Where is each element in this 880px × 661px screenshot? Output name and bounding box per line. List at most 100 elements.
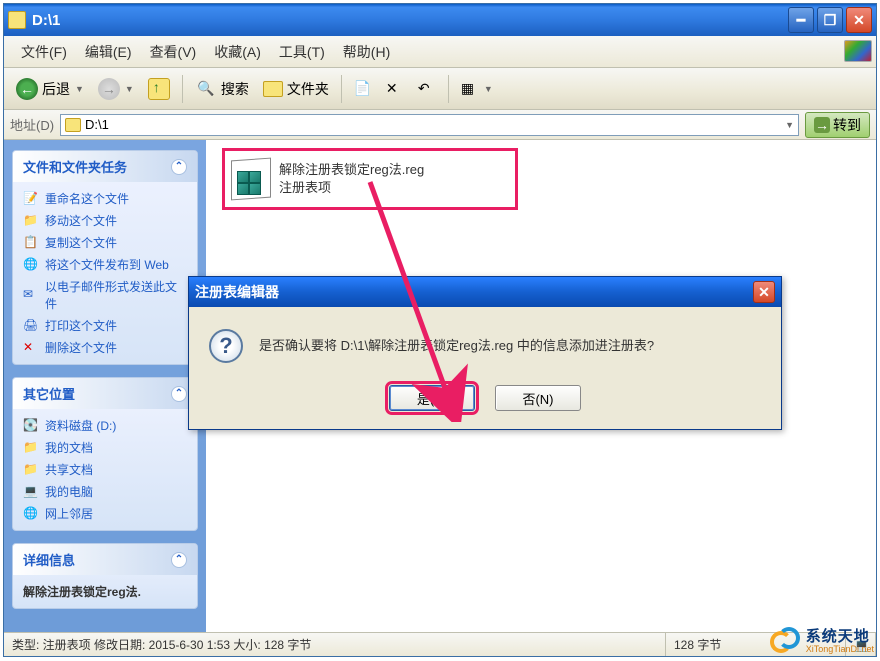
file-item[interactable]: 解除注册表锁定reg法.reg 注册表项 (222, 148, 518, 210)
place-shared[interactable]: 📁共享文档 (23, 461, 187, 478)
delete-icon: ✕ (23, 340, 39, 356)
folders-icon (263, 81, 283, 97)
minimize-button[interactable]: ━ (788, 7, 814, 33)
watermark-en: XiTongTianDi.net (806, 645, 874, 655)
move-icon: 📁 (23, 213, 39, 229)
window-title: D:\1 (32, 12, 788, 29)
places-panel-header[interactable]: 其它位置 ⌃ (13, 378, 197, 409)
dialog-titlebar[interactable]: 注册表编辑器 ✕ (189, 277, 781, 307)
folder-icon (8, 11, 26, 29)
collapse-icon[interactable]: ⌃ (171, 386, 187, 402)
sidebar: 文件和文件夹任务 ⌃ 📝重命名这个文件 📁 移动这个文件 📋 复制这个文件 🌐将这个… (4, 140, 206, 632)
details-panel-header[interactable]: 详细信息 ⌃ (13, 544, 197, 575)
folders-button[interactable]: 文件夹 (257, 76, 335, 102)
maximize-button[interactable]: ❐ (817, 7, 843, 33)
address-dropdown-icon[interactable]: ▼ (785, 120, 794, 130)
publish-icon: 🌐 (23, 257, 39, 273)
search-label: 搜索 (221, 79, 249, 99)
no-label: 否(N) (522, 389, 553, 408)
menu-help[interactable]: 帮助(H) (334, 38, 399, 66)
file-text: 解除注册表锁定reg法.reg 注册表项 (279, 161, 424, 196)
mydocs-icon: 📁 (23, 440, 39, 456)
place-drive[interactable]: 💽资料磁盘 (D:) (23, 417, 187, 434)
menu-favorites[interactable]: 收藏(A) (205, 38, 270, 66)
menu-view[interactable]: 查看(V) (141, 38, 206, 66)
toolbar: ← 后退 ▼ → ▼ 🔍 搜索 文件夹 📄 ✕ ↶ ▦▼ (4, 68, 876, 110)
back-button[interactable]: ← 后退 ▼ (10, 75, 90, 103)
drive-icon: 💽 (23, 418, 39, 434)
task-delete[interactable]: ✕删除这个文件 (23, 339, 187, 356)
go-button[interactable]: → 转到 (805, 112, 870, 138)
tasks-panel-body: 📝重命名这个文件 📁 移动这个文件 📋 复制这个文件 🌐将这个文件发布到 Web ✉… (13, 182, 197, 364)
views-dropdown-icon[interactable]: ▼ (484, 84, 493, 94)
status-left: 类型: 注册表项 修改日期: 2015-6-30 1:53 大小: 128 字节 (4, 633, 666, 656)
tasks-panel: 文件和文件夹任务 ⌃ 📝重命名这个文件 📁 移动这个文件 📋 复制这个文件 🌐将这个… (12, 150, 198, 365)
watermark: 系统天地 XiTongTianDi.net (770, 627, 874, 657)
network-icon: 🌐 (23, 506, 39, 522)
folder-icon (65, 118, 81, 132)
views-icon: ▦ (461, 80, 479, 98)
task-copy[interactable]: 📋 复制这个文件 (23, 234, 187, 251)
titlebar[interactable]: D:\1 ━ ❐ ✕ (4, 4, 876, 36)
yes-button[interactable]: 是(Y) (389, 385, 475, 411)
task-label: 复制这个文件 (45, 234, 117, 251)
tasks-panel-header[interactable]: 文件和文件夹任务 ⌃ (13, 151, 197, 182)
task-publish[interactable]: 🌐将这个文件发布到 Web (23, 256, 187, 273)
back-icon: ← (16, 78, 38, 100)
dialog-body: ? 是否确认要将 D:\1\解除注册表锁定reg法.reg 中的信息添加进注册表… (189, 307, 781, 379)
dialog-buttons: 是(Y) 否(N) (189, 379, 781, 429)
separator (448, 75, 449, 103)
shared-icon: 📁 (23, 462, 39, 478)
tasks-panel-title: 文件和文件夹任务 (23, 157, 127, 176)
search-button[interactable]: 🔍 搜索 (189, 75, 255, 103)
file-type: 注册表项 (279, 179, 424, 197)
task-print[interactable]: 🖨打印这个文件 (23, 317, 187, 334)
forward-dropdown-icon[interactable]: ▼ (125, 84, 134, 94)
up-icon (148, 78, 170, 100)
details-filename: 解除注册表锁定reg法. (23, 583, 187, 600)
close-button[interactable]: ✕ (846, 7, 872, 33)
yes-label: 是(Y) (417, 389, 447, 408)
collapse-icon[interactable]: ⌃ (171, 552, 187, 568)
no-button[interactable]: 否(N) (495, 385, 581, 411)
move-to-button[interactable]: 📄 (348, 77, 378, 101)
back-label: 后退 (42, 79, 70, 99)
window-controls: ━ ❐ ✕ (788, 7, 872, 33)
print-icon: 🖨 (23, 318, 39, 334)
place-label: 我的电脑 (45, 483, 93, 500)
file-name: 解除注册表锁定reg法.reg (279, 161, 424, 179)
place-mydocs[interactable]: 📁我的文档 (23, 439, 187, 456)
task-label: 移动这个文件 (45, 212, 117, 229)
copy-icon: 📋 (23, 235, 39, 251)
views-button[interactable]: ▦▼ (455, 77, 499, 101)
folders-label: 文件夹 (287, 79, 329, 99)
task-rename[interactable]: 📝重命名这个文件 (23, 190, 187, 207)
menu-edit[interactable]: 编辑(E) (76, 38, 141, 66)
places-panel-body: 💽资料磁盘 (D:) 📁我的文档 📁共享文档 💻 我的电脑 🌐 网上邻居 (13, 409, 197, 530)
address-input[interactable]: D:\1 ▼ (60, 114, 799, 136)
dialog-close-button[interactable]: ✕ (753, 281, 775, 303)
place-network[interactable]: 🌐 网上邻居 (23, 505, 187, 522)
forward-icon: → (98, 78, 120, 100)
forward-button[interactable]: → ▼ (92, 75, 140, 103)
copy-to-button[interactable]: ✕ (380, 77, 410, 101)
delete-button[interactable]: ↶ (412, 77, 442, 101)
email-icon: ✉ (23, 287, 39, 303)
task-email[interactable]: ✉以电子邮件形式发送此文件 (23, 278, 187, 312)
place-label: 网上邻居 (45, 505, 93, 522)
task-move[interactable]: 📁 移动这个文件 (23, 212, 187, 229)
details-panel-body: 解除注册表锁定reg法. (13, 575, 197, 608)
computer-icon: 💻 (23, 484, 39, 500)
dialog-title: 注册表编辑器 (195, 282, 753, 302)
menu-file[interactable]: 文件(F) (12, 38, 76, 66)
places-panel: 其它位置 ⌃ 💽资料磁盘 (D:) 📁我的文档 📁共享文档 💻 我的电脑 🌐 网上邻… (12, 377, 198, 531)
menu-tools[interactable]: 工具(T) (270, 38, 334, 66)
place-mycomputer[interactable]: 💻 我的电脑 (23, 483, 187, 500)
windows-flag-icon[interactable] (844, 40, 872, 62)
up-button[interactable] (142, 75, 176, 103)
back-dropdown-icon[interactable]: ▼ (75, 84, 84, 94)
collapse-icon[interactable]: ⌃ (171, 159, 187, 175)
watermark-logo-icon (770, 627, 800, 657)
task-label: 重命名这个文件 (45, 190, 129, 207)
address-value: D:\1 (85, 117, 780, 132)
